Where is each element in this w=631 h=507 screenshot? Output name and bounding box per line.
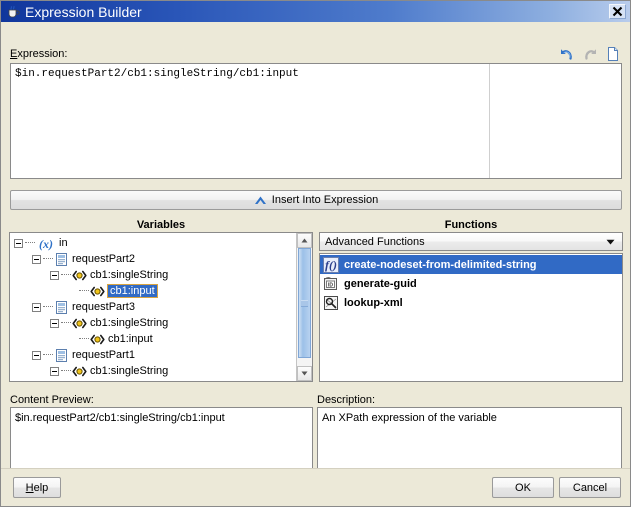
element-icon bbox=[72, 364, 87, 379]
close-icon bbox=[612, 6, 623, 17]
lookup-xml-icon bbox=[323, 295, 339, 311]
svg-text:ID: ID bbox=[328, 282, 333, 288]
tree-node-label[interactable]: requestPart3 bbox=[72, 301, 135, 313]
tree-node[interactable]: cb1:singleString bbox=[10, 315, 296, 331]
content-preview-value: $in.requestPart2/cb1:singleString/cb1:in… bbox=[15, 412, 225, 424]
variables-section-header: Variables bbox=[136, 219, 186, 231]
function-fx-icon: f() bbox=[323, 256, 339, 273]
tree-node-label[interactable]: cb1:singleString bbox=[90, 269, 168, 281]
cancel-button[interactable]: Cancel bbox=[559, 477, 621, 498]
tree-node[interactable]: requestPart3 bbox=[10, 299, 296, 315]
java-coffee-cup-icon bbox=[5, 4, 21, 20]
close-button[interactable] bbox=[609, 4, 626, 19]
tree-node[interactable]: cb1:input bbox=[10, 379, 296, 381]
expression-label-text: xpression: bbox=[17, 48, 68, 60]
tree-connector-line bbox=[79, 290, 89, 292]
undo-icon[interactable] bbox=[559, 46, 575, 62]
functions-category-value: Advanced Functions bbox=[325, 235, 425, 248]
tree-node[interactable]: cb1:input bbox=[10, 331, 296, 347]
scrollbar-thumb[interactable] bbox=[298, 248, 311, 358]
chevron-down-icon[interactable] bbox=[606, 239, 615, 245]
help-button-label-rest: elp bbox=[33, 481, 49, 494]
tree-node-label[interactable]: cb1:input bbox=[107, 284, 158, 298]
insert-into-expression-button[interactable]: Insert Into Expression bbox=[10, 190, 622, 210]
tree-expander-collapse-icon[interactable] bbox=[50, 366, 59, 376]
tree-node-label[interactable]: requestPart1 bbox=[72, 349, 135, 361]
editor-margin-guide bbox=[489, 64, 490, 178]
svg-text:f(): f() bbox=[325, 258, 337, 272]
variables-scrollbar[interactable] bbox=[296, 233, 312, 381]
function-list-item-label: lookup-xml bbox=[344, 296, 403, 309]
redo-icon bbox=[582, 46, 598, 62]
tree-node[interactable]: (x) in bbox=[10, 235, 296, 251]
tree-node-label[interactable]: cb1:singleString bbox=[90, 317, 168, 329]
window-title: Expression Builder bbox=[25, 3, 142, 20]
help-button[interactable]: Help bbox=[13, 477, 61, 498]
scroll-up-arrow-icon[interactable] bbox=[297, 233, 312, 248]
element-icon bbox=[72, 268, 87, 283]
tree-node[interactable]: cb1:singleString bbox=[10, 363, 296, 379]
tree-node-label[interactable]: requestPart2 bbox=[72, 253, 135, 265]
guid-icon: ID bbox=[323, 276, 339, 292]
expression-editor[interactable]: $in.requestPart2/cb1:singleString/cb1:in… bbox=[10, 63, 622, 179]
message-part-icon bbox=[54, 252, 69, 267]
expression-label: Expression: bbox=[10, 48, 68, 60]
tree-expander-collapse-icon[interactable] bbox=[50, 318, 59, 328]
tree-connector-line bbox=[43, 306, 53, 308]
svg-text:(x): (x) bbox=[39, 237, 53, 251]
variables-tree-content[interactable]: (x) in requestPart2 cb1:singleString cb1:inp… bbox=[10, 233, 296, 381]
tree-connector-line bbox=[61, 322, 71, 324]
variables-tree[interactable]: (x) in requestPart2 cb1:singleString cb1:inp… bbox=[9, 232, 313, 382]
title-bar: Expression Builder bbox=[1, 1, 630, 22]
tree-node[interactable]: cb1:input bbox=[10, 283, 296, 299]
function-list-item-label: generate-guid bbox=[344, 277, 417, 290]
message-part-icon bbox=[54, 300, 69, 315]
variable-x-icon: (x) bbox=[36, 236, 56, 251]
tree-node-label[interactable]: cb1:singleString bbox=[90, 365, 168, 377]
insert-button-label: Insert Into Expression bbox=[271, 194, 379, 206]
description-value: An XPath expression of the variable bbox=[322, 412, 497, 424]
scroll-down-arrow-icon[interactable] bbox=[297, 366, 312, 381]
tree-expander-collapse-icon[interactable] bbox=[50, 270, 59, 280]
tree-expander-collapse-icon[interactable] bbox=[32, 254, 41, 264]
function-list-item[interactable]: ID generate-guid bbox=[320, 274, 622, 293]
tree-connector-line bbox=[61, 370, 71, 372]
content-preview-label: Content Preview: bbox=[10, 394, 94, 406]
function-list-item-label: create-nodeset-from-delimited-string bbox=[344, 258, 537, 271]
tree-node-label[interactable]: in bbox=[59, 237, 68, 249]
tree-node[interactable]: cb1:singleString bbox=[10, 267, 296, 283]
description-label: Description: bbox=[317, 394, 376, 406]
tree-connector-line bbox=[43, 354, 53, 356]
expression-text[interactable]: $in.requestPart2/cb1:singleString/cb1:in… bbox=[11, 64, 621, 81]
function-list-item[interactable]: lookup-xml bbox=[320, 293, 622, 312]
tree-connector-line bbox=[61, 274, 71, 276]
chevron-up-icon bbox=[254, 195, 267, 206]
function-list-item[interactable]: f() create-nodeset-from-delimited-string bbox=[320, 255, 622, 274]
element-icon bbox=[72, 316, 87, 331]
tree-connector-line bbox=[25, 242, 35, 244]
dialog-body: Expression: $in.requestPart2/cb1:singleS… bbox=[1, 22, 630, 506]
element-icon bbox=[90, 380, 105, 382]
tree-node-label[interactable]: cb1:input bbox=[108, 333, 153, 345]
element-icon bbox=[90, 284, 105, 299]
tree-expander-collapse-icon[interactable] bbox=[14, 238, 23, 248]
functions-category-select[interactable]: Advanced Functions bbox=[319, 232, 623, 251]
tree-expander-collapse-icon[interactable] bbox=[32, 302, 41, 312]
expression-toolbar bbox=[559, 46, 621, 62]
dialog-footer: Help OK Cancel bbox=[1, 468, 630, 506]
expression-builder-dialog: Expression Builder Expression: $in.reque… bbox=[0, 0, 631, 507]
tree-expander-collapse-icon[interactable] bbox=[32, 350, 41, 360]
element-icon bbox=[90, 332, 105, 347]
scrollbar-track[interactable] bbox=[297, 248, 312, 366]
functions-section-header: Functions bbox=[444, 219, 498, 231]
ok-button[interactable]: OK bbox=[492, 477, 554, 498]
tree-connector-line bbox=[79, 338, 89, 340]
functions-list[interactable]: f() create-nodeset-from-delimited-string I… bbox=[319, 253, 623, 382]
tree-node[interactable]: requestPart2 bbox=[10, 251, 296, 267]
new-document-icon[interactable] bbox=[605, 46, 621, 62]
message-part-icon bbox=[54, 348, 69, 363]
tree-connector-line bbox=[43, 258, 53, 260]
tree-node[interactable]: requestPart1 bbox=[10, 347, 296, 363]
